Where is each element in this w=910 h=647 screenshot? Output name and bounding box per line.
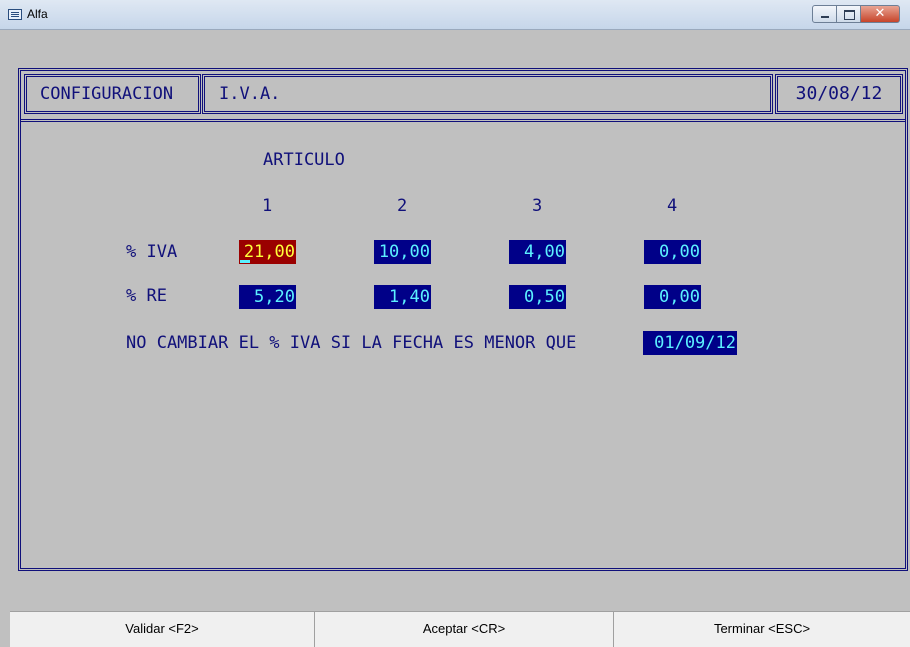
iva-row-label: % IVA	[126, 242, 178, 262]
iva-field-4[interactable]: 0,00	[644, 240, 701, 264]
section-title: CONFIGURACION	[24, 74, 201, 114]
re-field-1[interactable]: 5,20	[239, 285, 296, 309]
title-bar: Alfa ✕	[0, 0, 910, 30]
header-row: CONFIGURACION I.V.A. 30/08/12	[18, 68, 908, 122]
fecha-label: NO CAMBIAR EL % IVA SI LA FECHA ES MENOR…	[126, 333, 577, 353]
page-title: I.V.A.	[202, 74, 773, 114]
iva-field-3[interactable]: 4,00	[509, 240, 566, 264]
column-header-2: 2	[397, 196, 408, 216]
window-controls: ✕	[812, 5, 900, 23]
iva-field-1[interactable]: 21,00	[239, 240, 296, 264]
app-window: Alfa ✕ CONFIGURACION I.V.A. 30/08/12 ART…	[0, 0, 910, 647]
re-field-4[interactable]: 0,00	[644, 285, 701, 309]
main-panel	[18, 68, 908, 571]
column-header-1: 1	[262, 196, 273, 216]
window-title: Alfa	[27, 7, 48, 21]
validar-button[interactable]: Validar <F2>	[10, 612, 315, 647]
close-icon[interactable]: ✕	[860, 5, 900, 23]
articulo-label: ARTICULO	[263, 150, 345, 170]
aceptar-button[interactable]: Aceptar <CR>	[315, 612, 614, 647]
column-header-3: 3	[532, 196, 543, 216]
fecha-field[interactable]: 01/09/12	[643, 331, 737, 355]
iva-field-2[interactable]: 10,00	[374, 240, 431, 264]
iva-value-1: 21,00	[243, 242, 295, 262]
re-field-3[interactable]: 0,50	[509, 285, 566, 309]
minimize-icon[interactable]	[812, 5, 837, 23]
app-window-icon	[8, 9, 22, 20]
re-field-2[interactable]: 1,40	[374, 285, 431, 309]
maximize-icon[interactable]	[836, 5, 861, 23]
status-bar: Validar <F2> Aceptar <CR> Terminar <ESC>	[10, 611, 910, 647]
header-divider	[20, 119, 906, 122]
re-row-label: % RE	[126, 286, 167, 306]
terminar-button[interactable]: Terminar <ESC>	[614, 612, 910, 647]
column-header-4: 4	[667, 196, 678, 216]
text-cursor	[240, 260, 250, 263]
date-display: 30/08/12	[775, 74, 903, 114]
